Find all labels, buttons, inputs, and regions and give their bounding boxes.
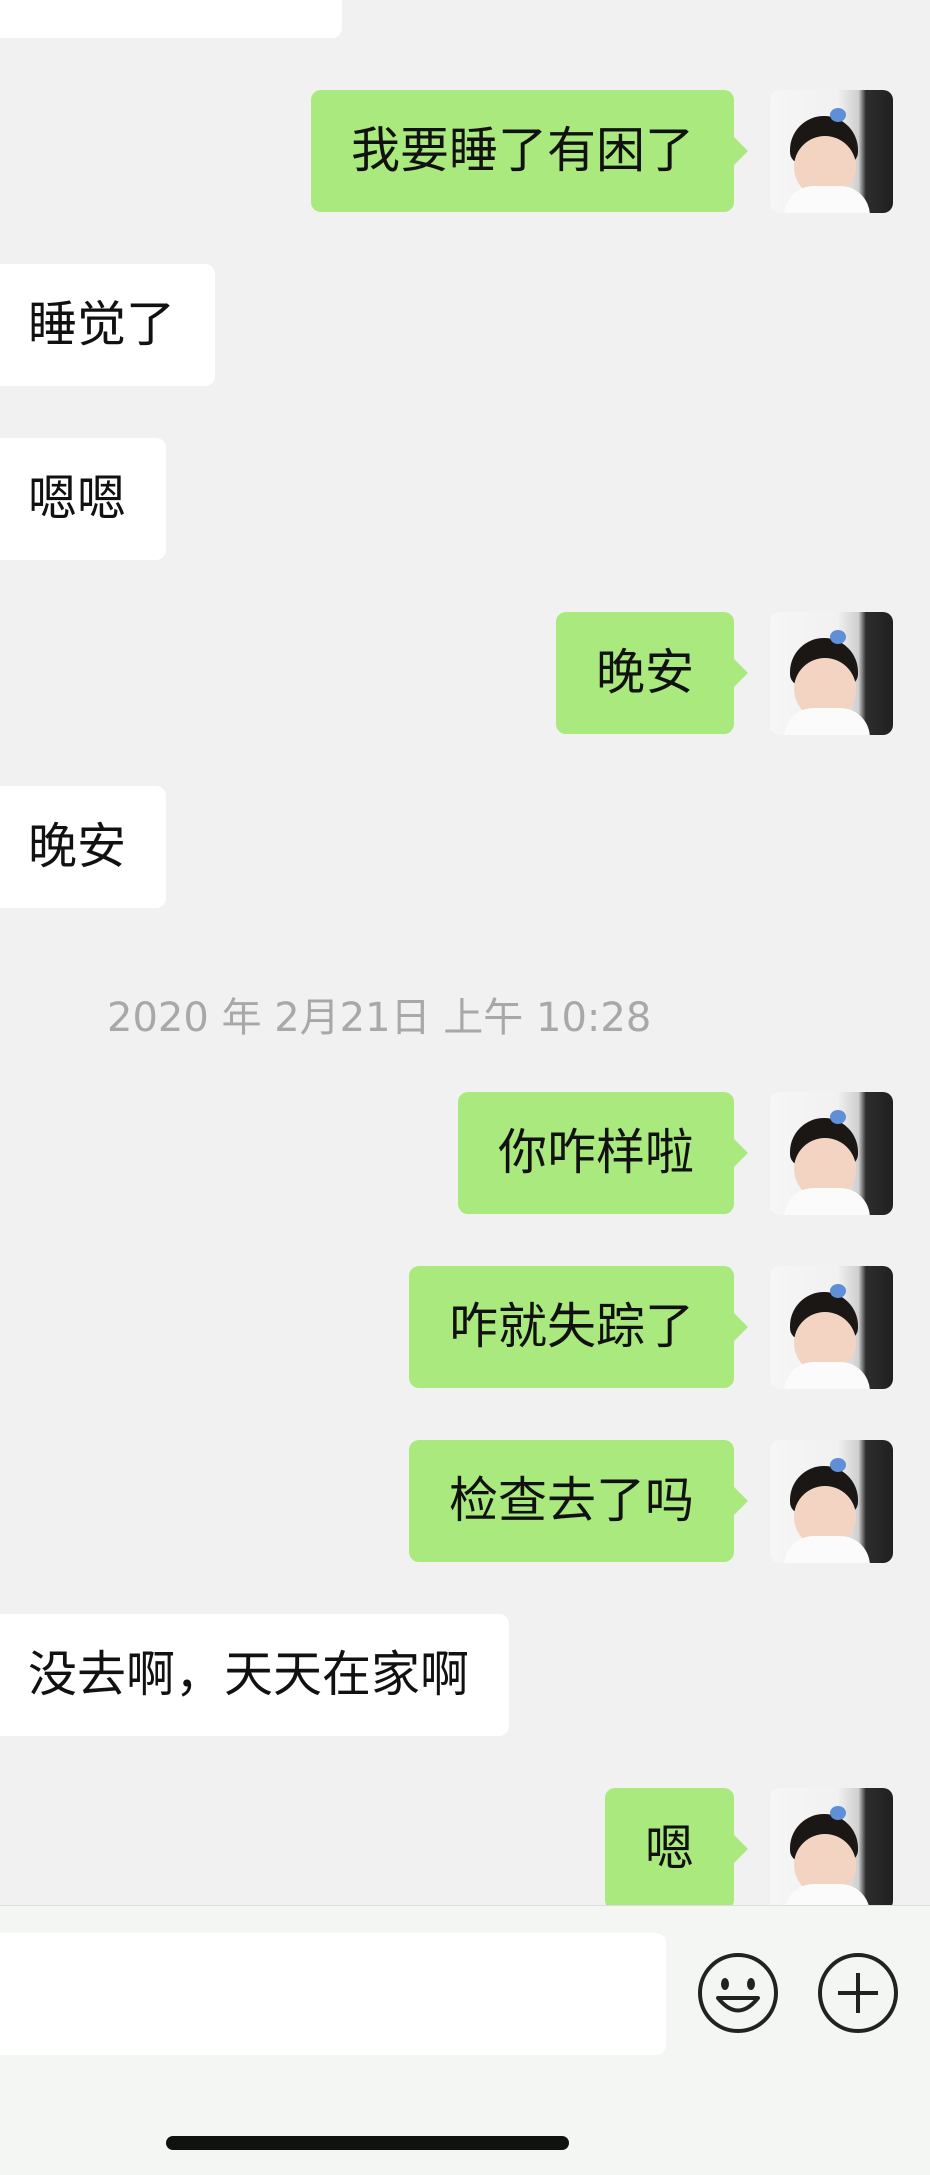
incoming-message[interactable]: 嗯嗯 <box>0 438 167 560</box>
incoming-message[interactable]: 没去啊，天天在家啊 <box>0 1614 510 1736</box>
message-timestamp: 2020 年 2月21日 上午 10:28 <box>107 995 652 1041</box>
outgoing-message[interactable]: 检查去了吗 <box>408 1440 749 1562</box>
user-avatar[interactable] <box>770 90 893 213</box>
outgoing-message[interactable]: 你咋样啦 <box>457 1092 749 1214</box>
home-indicator <box>166 2136 569 2150</box>
outgoing-message[interactable]: 咋就失踪了 <box>408 1266 749 1388</box>
user-avatar[interactable] <box>770 1266 893 1389</box>
input-toolbar <box>0 1905 930 2175</box>
message-input[interactable] <box>0 1933 666 2055</box>
outgoing-message[interactable]: 嗯 <box>604 1788 749 1905</box>
smiley-face-icon[interactable] <box>696 1951 780 2035</box>
partial-incoming-bubble <box>0 0 342 38</box>
outgoing-message[interactable]: 晚安 <box>555 612 749 734</box>
user-avatar[interactable] <box>770 1092 893 1215</box>
plus-circle-icon[interactable] <box>816 1951 900 2035</box>
chat-area[interactable]: 我要睡了有困了 睡觉了 嗯嗯 晚安 晚安 2020 年 2月21日 上午 10:… <box>0 0 930 1905</box>
incoming-message[interactable]: 晚安 <box>0 786 167 908</box>
outgoing-message[interactable]: 我要睡了有困了 <box>310 90 749 212</box>
user-avatar[interactable] <box>770 1788 893 1905</box>
incoming-message[interactable]: 睡觉了 <box>0 264 216 386</box>
user-avatar[interactable] <box>770 1440 893 1563</box>
user-avatar[interactable] <box>770 612 893 735</box>
